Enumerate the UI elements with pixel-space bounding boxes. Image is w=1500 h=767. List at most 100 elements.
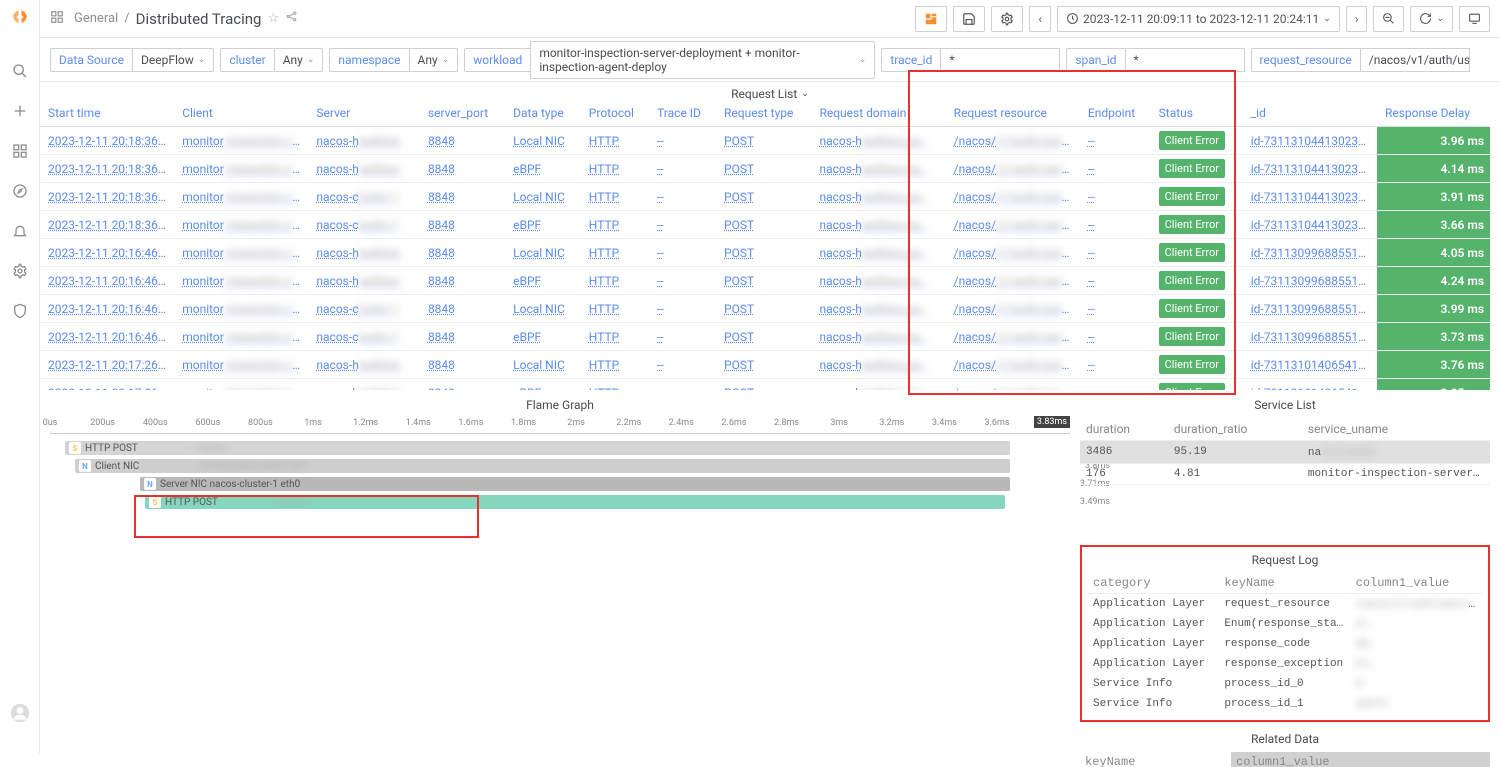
table-cell[interactable]: /nacos/v1/auth/users/lo… — [946, 239, 1080, 267]
col-header[interactable]: Status — [1151, 100, 1243, 127]
table-cell[interactable]: id-7311309968855183400 — [1243, 239, 1377, 267]
svc-row[interactable]: 1764.81monitor-inspection-server-svc — [1080, 464, 1490, 485]
table-cell[interactable]: 8848 — [420, 379, 505, 391]
table-cell[interactable]: HTTP — [581, 267, 649, 295]
table-cell[interactable]: /nacos/v1/auth/users/lo… — [946, 379, 1080, 391]
svc-row[interactable]: 348695.19nacos-cluster — [1080, 441, 1490, 464]
table-cell[interactable]: nacos-cluster-1 — [308, 323, 420, 351]
table-cell[interactable]: 2023-12-11 20:16:46.683… — [40, 239, 174, 267]
table-cell[interactable]: Local NIC — [505, 127, 581, 155]
table-cell[interactable]: -- — [649, 127, 716, 155]
refresh-button[interactable]: ⌄ — [1410, 6, 1453, 32]
table-cell[interactable]: -- — [649, 379, 716, 391]
table-cell[interactable]: 4.24 ms — [1377, 267, 1490, 295]
table-cell[interactable]: POST — [716, 211, 811, 239]
table-cell[interactable]: Client Error — [1151, 239, 1243, 267]
time-range-button[interactable]: 2023-12-11 20:09:11 to 2023-12-11 20:24:… — [1057, 6, 1340, 32]
table-cell[interactable]: -- — [649, 183, 716, 211]
table-cell[interactable]: HTTP — [581, 211, 649, 239]
flame-span[interactable]: NClient NIC5c698cd66d-nsk54 eth03.8ms — [50, 458, 1070, 474]
table-cell[interactable]: -- — [649, 323, 716, 351]
col-header[interactable]: Server — [308, 100, 420, 127]
table-cell[interactable]: /nacos/v1/auth/users/lo… — [946, 211, 1080, 239]
table-cell[interactable]: -- — [1080, 239, 1151, 267]
flame-span[interactable]: SHTTP POSTnacos3.97ms — [50, 440, 1070, 456]
col-header[interactable]: Trace ID — [649, 100, 716, 127]
table-cell[interactable]: /nacos/v1/auth/users/lo… — [946, 183, 1080, 211]
svc-col[interactable]: service_uname — [1302, 418, 1490, 441]
col-header[interactable]: Request resource — [946, 100, 1080, 127]
table-cell[interactable]: Client Error — [1151, 267, 1243, 295]
var-workload-select[interactable]: monitor-inspection-server-deployment + m… — [530, 41, 875, 79]
table-cell[interactable]: -- — [649, 267, 716, 295]
table-cell[interactable]: POST — [716, 127, 811, 155]
table-cell[interactable]: POST — [716, 239, 811, 267]
table-cell[interactable]: 8848 — [420, 155, 505, 183]
table-cell[interactable]: 3.76 ms — [1377, 351, 1490, 379]
table-row[interactable]: 2023-12-11 20:16:46.683…monitor-inspecti… — [40, 239, 1490, 267]
table-cell[interactable]: eBPF — [505, 155, 581, 183]
table-cell[interactable]: nacos-headless.pa… — [811, 239, 945, 267]
table-row[interactable]: 2023-12-11 20:17:26.720…monitor-inspecti… — [40, 351, 1490, 379]
table-cell[interactable]: POST — [716, 295, 811, 323]
table-cell[interactable]: eBPF — [505, 379, 581, 391]
table-cell[interactable]: eBPF — [505, 267, 581, 295]
table-cell[interactable]: nacos-cluster-1 — [308, 295, 420, 323]
table-cell[interactable]: 2023-12-11 20:18:36.781… — [40, 183, 174, 211]
table-cell[interactable]: -- — [649, 155, 716, 183]
table-row[interactable]: 2023-12-11 20:17:26.720…monitor-inspecti… — [40, 379, 1490, 391]
rel-col[interactable]: keyName — [1080, 752, 1231, 767]
page-title[interactable]: Distributed Tracing — [136, 10, 262, 28]
table-cell[interactable]: POST — [716, 267, 811, 295]
table-cell[interactable]: 8848 — [420, 183, 505, 211]
table-cell[interactable]: -- — [1080, 155, 1151, 183]
table-cell[interactable]: nacos-cluster-1 — [308, 183, 420, 211]
table-cell[interactable]: id-7311310140654152619 — [1243, 379, 1377, 391]
table-row[interactable]: 2023-12-11 20:18:36.781…monitor-inspecti… — [40, 155, 1490, 183]
table-cell[interactable]: monitor-inspection-serve… — [174, 127, 308, 155]
table-cell[interactable]: -- — [649, 211, 716, 239]
table-cell[interactable]: -- — [1080, 127, 1151, 155]
table-cell[interactable]: id-7311310441302353601 — [1243, 211, 1377, 239]
table-cell[interactable]: Local NIC — [505, 183, 581, 211]
table-cell[interactable]: id-7311310441302342492 — [1243, 127, 1377, 155]
table-cell[interactable]: nacos-headless — [308, 351, 420, 379]
table-cell[interactable]: -- — [649, 351, 716, 379]
table-cell[interactable]: nacos-headless — [308, 127, 420, 155]
share-icon[interactable] — [285, 10, 298, 27]
table-cell[interactable]: monitor-inspection-serve… — [174, 351, 308, 379]
table-cell[interactable]: HTTP — [581, 183, 649, 211]
table-cell[interactable]: nacos-headless.pa… — [811, 295, 945, 323]
table-cell[interactable]: nacos-headless — [308, 379, 420, 391]
table-cell[interactable]: nacos-headless — [308, 155, 420, 183]
table-cell[interactable]: 2023-12-11 20:18:36.781… — [40, 127, 174, 155]
table-cell[interactable]: Local NIC — [505, 295, 581, 323]
breadcrumb-folder[interactable]: General — [74, 11, 118, 26]
rel-col[interactable]: column1_value — [1231, 752, 1490, 767]
table-cell[interactable]: nacos-headless.pa… — [811, 127, 945, 155]
dashboard-nav-icon[interactable] — [50, 10, 64, 28]
table-cell[interactable]: Client Error — [1151, 155, 1243, 183]
table-cell[interactable]: 2023-12-11 20:17:26.720… — [40, 351, 174, 379]
table-cell[interactable]: 3.91 ms — [1377, 183, 1490, 211]
table-cell[interactable]: -- — [649, 295, 716, 323]
table-cell[interactable]: 4.14 ms — [1377, 155, 1490, 183]
table-cell[interactable]: /nacos/v1/auth/users/lo… — [946, 127, 1080, 155]
settings-button[interactable] — [991, 6, 1023, 32]
table-cell[interactable]: 2023-12-11 20:18:36.782… — [40, 211, 174, 239]
var-datasource-select[interactable]: DeepFlow⌄ — [132, 48, 214, 72]
col-header[interactable]: Data type — [505, 100, 581, 127]
dashboards-icon[interactable] — [8, 139, 32, 163]
col-header[interactable]: Endpoint — [1080, 100, 1151, 127]
table-cell[interactable]: Client Error — [1151, 211, 1243, 239]
table-cell[interactable]: /nacos/v1/auth/users/lo… — [946, 351, 1080, 379]
table-cell[interactable]: HTTP — [581, 239, 649, 267]
col-header[interactable]: Client — [174, 100, 308, 127]
flame-span[interactable]: SHTTP POSTnacos3.49ms — [50, 494, 1070, 510]
table-cell[interactable]: monitor-inspection-serve… — [174, 211, 308, 239]
table-cell[interactable]: 3.96 ms — [1377, 127, 1490, 155]
table-cell[interactable]: eBPF — [505, 323, 581, 351]
col-header[interactable]: Request type — [716, 100, 811, 127]
table-row[interactable]: 2023-12-11 20:18:36.781…monitor-inspecti… — [40, 183, 1490, 211]
var-reqres-input[interactable]: /nacos/v1/auth/users/log — [1360, 48, 1470, 72]
